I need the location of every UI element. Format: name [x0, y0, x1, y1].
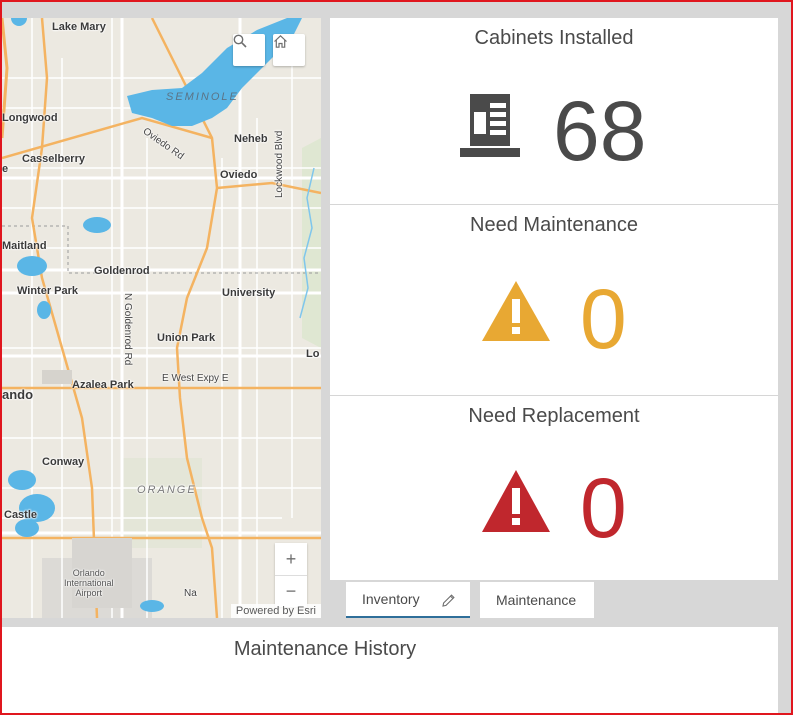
map-attribution[interactable]: Powered by Esri	[230, 604, 321, 618]
home-button[interactable]	[273, 34, 305, 66]
search-button[interactable]	[233, 34, 265, 66]
map-label-orange: ORANGE	[137, 484, 197, 496]
warning-icon	[482, 470, 550, 532]
map-label-goldenrod: Goldenrod	[94, 265, 150, 277]
top-bar	[0, 0, 793, 18]
map-label-longwood: Longwood	[2, 112, 58, 124]
panel-title: Maintenance History	[233, 638, 417, 660]
indicator-title: Cabinets Installed	[474, 27, 634, 49]
map-label-lake-mary: Lake Mary	[52, 21, 106, 33]
tab-label: Maintenance	[496, 592, 577, 608]
indicator-cabinets-installed[interactable]: Cabinets Installed 68	[330, 18, 778, 204]
zoom-control: + −	[275, 543, 307, 607]
map-label-neheb: Neheb	[234, 133, 268, 145]
map-label-castle: Castle	[4, 509, 38, 521]
zoom-out-button[interactable]: −	[275, 575, 307, 607]
maintenance-history-panel: Maintenance History	[2, 627, 778, 713]
warning-icon	[482, 281, 550, 341]
map-label-union-park: Union Park	[157, 332, 216, 344]
map-label-n-goldenrod-rd: N Goldenrod Rd	[122, 293, 133, 366]
map-label-conway: Conway	[42, 456, 85, 468]
map-label-maitland: Maitland	[2, 240, 47, 252]
map-label-azalea-park: Azalea Park	[72, 379, 134, 391]
zoom-in-button[interactable]: +	[275, 543, 307, 575]
search-icon	[233, 34, 247, 48]
indicator-title: Need Maintenance	[470, 214, 638, 236]
tab-label: Inventory	[362, 591, 420, 607]
map-label-ando: ando	[2, 387, 34, 402]
map-label-university: University	[222, 287, 276, 299]
map-view[interactable]: Lake Mary SEMINOLE Longwood Oviedo Rd Ne…	[2, 18, 321, 618]
indicator-need-maintenance[interactable]: Need Maintenance 0	[330, 204, 778, 395]
tab-inventory[interactable]: Inventory	[346, 582, 470, 618]
map-label-airport: Orlando International Airport	[64, 568, 114, 598]
indicator-value: 0	[580, 272, 627, 366]
basemap	[2, 18, 321, 618]
indicator-need-replacement[interactable]: Need Replacement 0	[330, 395, 778, 580]
indicator-value: 68	[553, 84, 647, 178]
indicator-panel: Cabinets Installed 68 Need Maintenance 0…	[330, 18, 778, 580]
map-label-seminole: SEMINOLE	[166, 91, 239, 103]
pencil-icon[interactable]	[441, 593, 456, 608]
map-label-e-west-expy: E West Expy E	[162, 373, 229, 384]
tab-maintenance[interactable]: Maintenance	[480, 582, 594, 618]
map-label-na: Na	[184, 588, 197, 599]
map-label-e: e	[2, 163, 9, 175]
map-label-lockwood-blvd: Lockwood Blvd	[274, 130, 285, 198]
map-label-casselberry: Casselberry	[22, 153, 85, 165]
indicator-title: Need Replacement	[468, 405, 640, 427]
map-label-winter-park: Winter Park	[17, 285, 79, 297]
cabinet-icon	[460, 94, 520, 157]
map-label-oviedo: Oviedo	[220, 169, 258, 181]
map-label-lo: Lo	[306, 348, 320, 360]
home-icon	[274, 34, 287, 48]
indicator-value: 0	[580, 461, 627, 555]
